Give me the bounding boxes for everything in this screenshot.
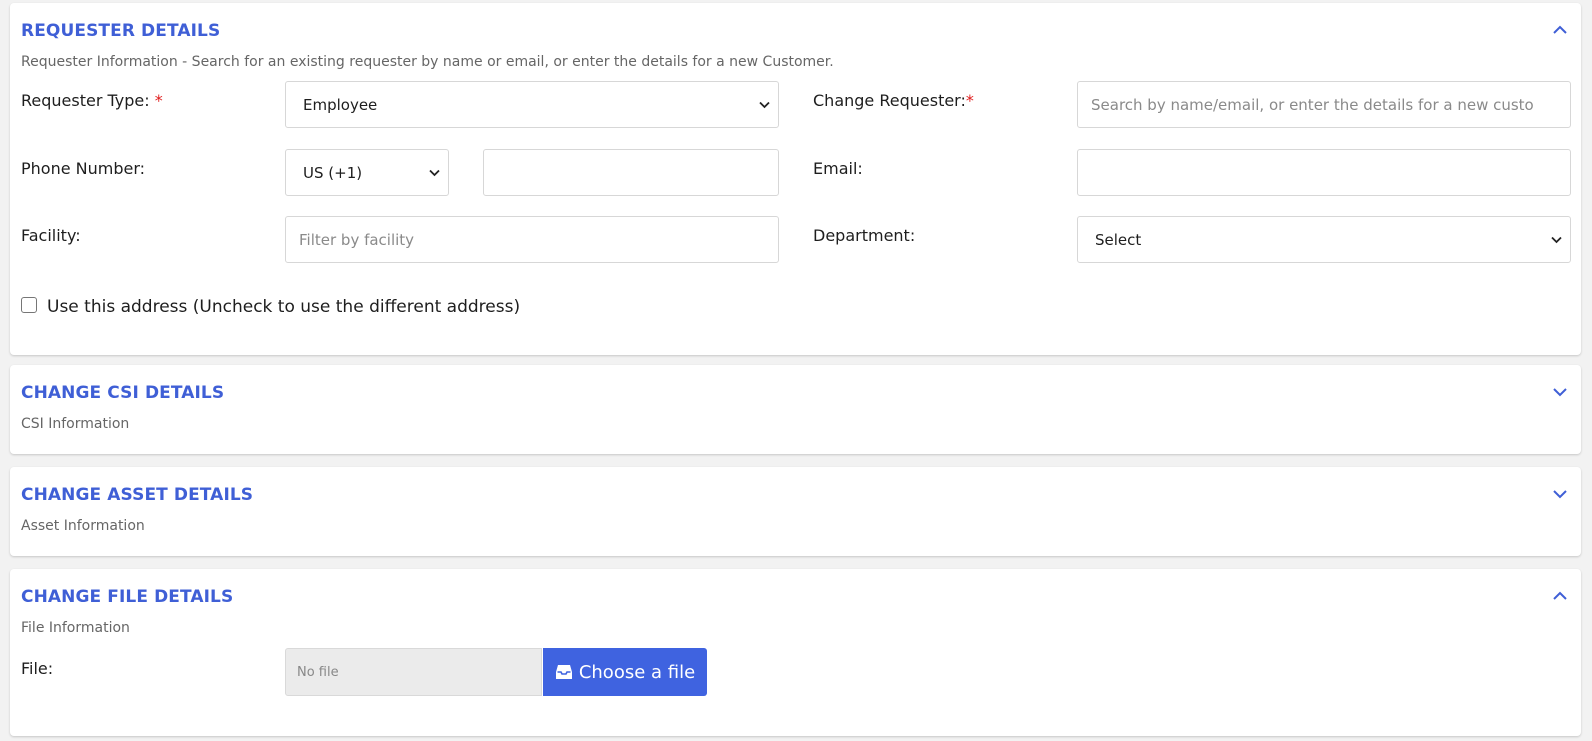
section-title[interactable]: CHANGE FILE DETAILS (21, 587, 233, 607)
file-details-section: CHANGE FILE DETAILS File Information Fil… (10, 569, 1581, 736)
change-requester-input[interactable]: Search by name/email, or enter the detai… (1077, 81, 1571, 128)
section-title[interactable]: CHANGE ASSET DETAILS (21, 485, 253, 505)
placeholder: Search by name/email, or enter the detai… (1091, 95, 1534, 114)
choose-file-label: Choose a file (578, 661, 696, 683)
chevron-down-icon (1551, 236, 1562, 244)
choose-file-button[interactable]: Choose a file (543, 648, 707, 696)
phone-number-label: Phone Number: (21, 159, 146, 178)
chevron-down-icon (759, 101, 770, 109)
email-input[interactable] (1077, 149, 1571, 196)
facility-input[interactable]: Filter by facility (285, 216, 779, 263)
change-requester-label: Change Requester:* (813, 91, 974, 110)
section-subtitle: Asset Information (21, 518, 145, 534)
requester-type-select[interactable]: Employee (285, 81, 779, 128)
required-mark: * (154, 91, 163, 110)
section-subtitle: CSI Information (21, 416, 130, 432)
email-label: Email: (813, 159, 863, 178)
chevron-up-icon[interactable] (1551, 23, 1569, 37)
chevron-up-icon[interactable] (1551, 589, 1569, 603)
facility-label: Facility: (21, 226, 81, 245)
phone-country-select[interactable]: US (+1) (285, 149, 449, 196)
file-status: No file (297, 664, 339, 680)
file-name-display: No file (285, 648, 542, 696)
section-title[interactable]: CHANGE CSI DETAILS (21, 383, 224, 403)
file-label: File: (21, 659, 54, 678)
chevron-down-icon (429, 169, 440, 177)
section-subtitle: File Information (21, 620, 130, 636)
placeholder: Filter by facility (299, 230, 415, 249)
phone-number-input[interactable] (483, 149, 779, 196)
phone-country-value: US (+1) (303, 163, 363, 182)
inbox-icon (555, 665, 572, 679)
requester-type-value: Employee (303, 95, 378, 114)
section-title[interactable]: REQUESTER DETAILS (21, 21, 220, 41)
chevron-down-icon[interactable] (1551, 385, 1569, 399)
department-value: Select (1095, 230, 1142, 249)
requester-type-label: Requester Type: * (21, 91, 163, 110)
label-text: Change Requester: (813, 91, 966, 110)
department-label: Department: (813, 226, 916, 245)
requester-details-section: REQUESTER DETAILS Requester Information … (10, 3, 1581, 355)
use-address-checkbox[interactable] (21, 297, 37, 313)
use-address-label[interactable]: Use this address (Uncheck to use the dif… (47, 297, 520, 317)
csi-details-section: CHANGE CSI DETAILS CSI Information (10, 365, 1581, 454)
label-text: Requester Type: (21, 91, 150, 110)
asset-details-section: CHANGE ASSET DETAILS Asset Information (10, 467, 1581, 556)
chevron-down-icon[interactable] (1551, 487, 1569, 501)
department-select[interactable]: Select (1077, 216, 1571, 263)
section-subtitle: Requester Information - Search for an ex… (21, 54, 834, 70)
required-mark: * (965, 91, 974, 110)
